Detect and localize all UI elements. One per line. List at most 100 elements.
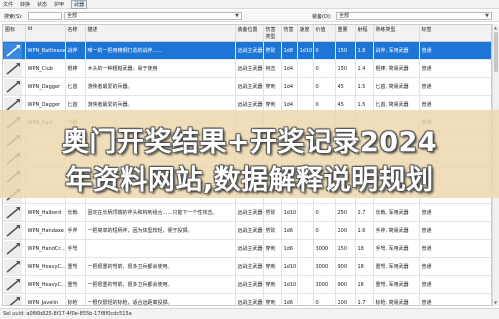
cell-tag: 普通 xyxy=(419,293,491,305)
cell-damage-type: 穿刺 xyxy=(263,77,282,96)
table-row[interactable]: WPN_Handaxe 手斧 一把简单的短柄斧，因为体型较轻，便于投掷。 远战主武器劈… xyxy=(3,221,491,240)
cell-icon xyxy=(3,77,26,96)
table-row[interactable]: WPN_Battleaxe 战斧 唯一的一把用精钢打造的战斧…… 远战主武器 劈砍 1d8… xyxy=(3,41,491,60)
cell-range: 2.7 xyxy=(355,203,374,222)
cell-value: 0 xyxy=(313,203,336,222)
cell-proficiency: 手斧, 简易武器 xyxy=(373,221,420,240)
scroll-thumb[interactable] xyxy=(494,32,498,72)
cell-proficiency: 手弩, 军用武器 xyxy=(373,239,420,258)
cell-value: 3000 xyxy=(313,275,336,294)
col-desc[interactable]: 描述 xyxy=(85,25,236,42)
cell-slot: 远战主武器 xyxy=(235,221,264,240)
cell-proficiency: 棍棒, 简易武器 xyxy=(373,59,420,78)
menu-weapons[interactable]: 武器 xyxy=(71,0,88,9)
cell-icon xyxy=(3,41,26,60)
weapon-icon xyxy=(4,60,22,77)
cell-range: 1.5 xyxy=(355,77,374,96)
weapon-icon xyxy=(4,258,22,275)
cell-name: 棍棒 xyxy=(65,59,86,78)
scope-value: 全部 xyxy=(67,13,78,19)
cell-proficiency: 战斧, 军用武器 xyxy=(373,41,420,60)
cell-desc: 一把简单的短柄斧，因为体型较轻，便于投掷。 xyxy=(85,221,236,240)
cell-damage: 1d4 xyxy=(281,77,298,96)
cell-speed xyxy=(297,275,314,294)
cell-name: 长戟 xyxy=(65,203,86,222)
col-value[interactable]: 价值 xyxy=(313,25,336,42)
col-tag[interactable]: 标签 xyxy=(419,25,491,42)
scope-select[interactable]: 全部 ▼ xyxy=(64,12,242,20)
cell-slot: 远战主武器 xyxy=(235,293,264,305)
col-name[interactable]: 名称 xyxy=(65,25,86,42)
cell-name: 战斧 xyxy=(65,41,86,60)
col-slot[interactable]: 装备位置 xyxy=(235,25,264,42)
cell-proficiency: 重弩, 军用武器 xyxy=(373,257,420,276)
table-row[interactable]: WPN_Javelin 标枪 一根仅很轻的标枪，适合远距离投掷。 远战主武器 穿刺 1d6… xyxy=(3,293,491,305)
col-damage-type[interactable]: 伤害类型 xyxy=(263,25,282,42)
cell-value: 0 xyxy=(313,77,336,96)
cell-id: WPN_Dagger xyxy=(25,77,66,96)
cell-desc: 游侠者最爱的兵器。 xyxy=(85,77,236,96)
cell-range: 1.8 xyxy=(355,41,374,60)
search-label: 搜索(S): xyxy=(4,14,23,20)
cell-speed xyxy=(297,293,314,305)
menu-bar: 文件 转换 状态 护甲 武器 xyxy=(0,0,499,9)
cell-damage-type: 劈砍 xyxy=(263,221,282,240)
cell-slot: 远战主武器 xyxy=(235,257,264,276)
cell-id: WPN_HeavyC... xyxy=(25,275,66,294)
cell-weight: 45 xyxy=(335,77,356,96)
weapon-icon xyxy=(4,42,22,59)
cell-icon xyxy=(3,293,26,305)
menu-convert[interactable]: 转换 xyxy=(20,1,30,8)
weapon-icon xyxy=(4,204,22,221)
col-proficiency[interactable]: 熟练类型 xyxy=(373,25,420,42)
cell-speed xyxy=(297,239,314,258)
col-icon[interactable]: 图标 xyxy=(3,25,26,42)
table-row[interactable]: WPN_Dagger 匕首 游侠者最爱的兵器。 远战主武器 穿刺 1d4 0 45 1.5 匕首,… xyxy=(3,77,491,96)
cell-value: 0 xyxy=(313,293,336,305)
category-select[interactable]: 全部 ▼ xyxy=(336,12,492,20)
search-input[interactable] xyxy=(28,12,62,20)
cell-damage-type: 穿刺 xyxy=(263,239,282,258)
col-weight[interactable]: 重量 xyxy=(335,25,356,42)
cell-speed xyxy=(297,203,314,222)
cell-weight: 100 xyxy=(335,293,356,305)
cell-icon xyxy=(3,275,26,294)
cell-desc: 一把很重的弩箭，很多卫兵都会使用。 xyxy=(85,257,236,276)
cell-damage-type: 劈砍 xyxy=(263,41,282,60)
cell-value: 3000 xyxy=(313,257,336,276)
table-row[interactable]: WPN_Club 棍棒 木头的一种粗糙武器，易于使用 远战主武器 钝击 1d4 0 150 1.… xyxy=(3,59,491,78)
scroll-up-icon[interactable]: ▲ xyxy=(494,25,497,30)
col-range[interactable]: 射程 xyxy=(355,25,374,42)
col-speed[interactable]: 速度 xyxy=(297,25,314,42)
menu-armor[interactable]: 护甲 xyxy=(54,1,64,8)
cell-damage-type: 钝击 xyxy=(263,59,282,78)
cell-range: 1.6 xyxy=(355,221,374,240)
scroll-down-icon[interactable]: ▼ xyxy=(494,300,497,305)
cell-slot: 远战主武器 xyxy=(235,275,264,294)
table-row[interactable]: WPN_HandCr... 手弩 远战主武器 穿刺 1d6 3000 150 18 手弩, 军用… xyxy=(3,239,491,258)
cell-weight: 150 xyxy=(335,239,356,258)
cell-weight: 150 xyxy=(335,41,356,60)
cell-id: WPN_Handaxe xyxy=(25,221,66,240)
cell-value: 0 xyxy=(313,59,336,78)
cell-id: WPN_Battleaxe xyxy=(25,41,66,60)
weapon-icon xyxy=(4,222,22,239)
weapon-icon xyxy=(4,240,22,257)
col-damage[interactable]: 伤害 xyxy=(281,25,298,42)
table-row[interactable]: WPN_Halberd 长戟 固定在长柄顶端的斧头和钩刺组合……只能下一个性攻击。远… xyxy=(3,203,491,222)
menu-status[interactable]: 状态 xyxy=(37,1,47,8)
cell-weight: 150 xyxy=(335,59,356,78)
category-value: 全部 xyxy=(339,13,350,19)
menu-file[interactable]: 文件 xyxy=(3,1,13,8)
cell-damage: 1d8 xyxy=(281,41,298,60)
cell-speed xyxy=(297,221,314,240)
col-id[interactable]: Id xyxy=(25,25,66,42)
cell-range: 18 xyxy=(355,239,374,258)
cell-desc xyxy=(85,239,236,258)
cell-weight: 900 xyxy=(335,275,356,294)
cell-damage: 1d10 xyxy=(281,203,298,222)
table-row[interactable]: WPN_HeavyC... 重弩 一把很重的弩箭，很多卫兵都会使用。 远战主武器 穿刺 1… xyxy=(3,275,491,294)
table-row[interactable]: WPN_HeavyC... 重弩 一把很重的弩箭，很多卫兵都会使用。 远战主武器 穿刺 1… xyxy=(3,257,491,276)
cell-slot: 远战主武器 xyxy=(235,239,264,258)
chevron-down-icon: ▼ xyxy=(485,13,489,19)
